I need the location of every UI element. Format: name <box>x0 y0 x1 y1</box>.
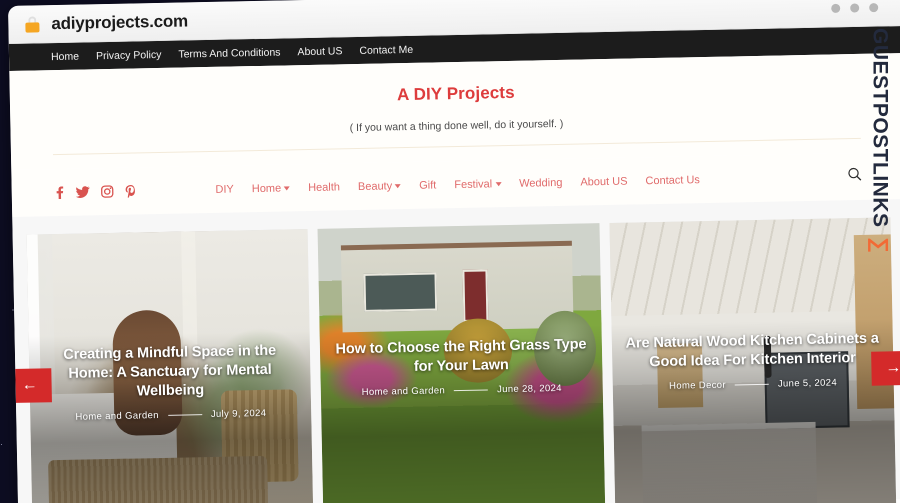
site-title[interactable]: A DIY Projects <box>10 75 900 113</box>
featured-post-slider: ← → Creating a Mindful Space in the Home… <box>8 199 900 503</box>
post-caption: Creating a Mindful Space in the Home: A … <box>39 341 302 424</box>
site-masthead: A DIY Projects ( If you want a thing don… <box>9 53 900 170</box>
window-controls[interactable] <box>831 2 879 13</box>
menu-item-label: Health <box>308 180 341 194</box>
menu-item-health[interactable]: Health <box>308 181 340 194</box>
menu-item-home[interactable]: Home <box>252 182 291 195</box>
site-tagline: ( If you want a thing done well, do it y… <box>349 117 564 135</box>
menu-item-label: Gift <box>419 178 437 192</box>
menu-item-label: DIY <box>215 183 234 196</box>
menu-item-contact-us[interactable]: Contact Us <box>645 174 700 187</box>
post-category[interactable]: Home and Garden <box>75 410 159 423</box>
post-title[interactable]: Creating a Mindful Space in the Home: A … <box>39 341 301 404</box>
menu-item-label: Beauty <box>357 179 393 193</box>
post-caption: How to Choose the Right Grass Type for Y… <box>330 335 592 398</box>
chevron-down-icon <box>495 182 502 187</box>
slider-card[interactable]: Creating a Mindful Space in the Home: A … <box>26 229 314 503</box>
topnav-item-privacy-policy[interactable]: Privacy Policy <box>96 48 162 61</box>
social-links <box>54 184 137 200</box>
post-date: July 9, 2024 <box>210 408 267 421</box>
menu-item-wedding[interactable]: Wedding <box>519 176 562 189</box>
post-date: June 5, 2024 <box>777 377 838 390</box>
menu-item-label: Contact Us <box>645 173 700 187</box>
star-dot <box>0 443 3 445</box>
screenshot-stage: +++++++++++++++++ adiyprojects.com Home … <box>0 0 900 503</box>
menu-item-beauty[interactable]: Beauty <box>357 179 402 193</box>
facebook-icon[interactable] <box>54 186 65 200</box>
browser-window: adiyprojects.com Home Privacy Policy Ter… <box>8 0 900 503</box>
menu-item-label: Wedding <box>519 176 563 190</box>
browser-window-wrapper: adiyprojects.com Home Privacy Policy Ter… <box>8 0 900 503</box>
post-caption: Are Natural Wood Kitchen Cabinets a Good… <box>621 330 883 393</box>
address-bar-url[interactable]: adiyprojects.com <box>51 11 188 34</box>
menu-item-label: About US <box>580 175 628 189</box>
meta-divider <box>454 389 489 392</box>
padlock-icon <box>24 15 40 33</box>
main-menu: DIY Home Health Beauty Gift Festival Wed… <box>12 170 900 200</box>
post-title[interactable]: How to Choose the Right Grass Type for Y… <box>330 335 592 378</box>
post-title[interactable]: Are Natural Wood Kitchen Cabinets a Good… <box>621 330 883 373</box>
topnav-item-home[interactable]: Home <box>51 50 79 63</box>
slider-card[interactable]: How to Choose the Right Grass Type for Y… <box>317 223 605 503</box>
minimize-button[interactable] <box>831 3 841 13</box>
topnav-item-contact-me[interactable]: Contact Me <box>359 43 413 56</box>
close-button[interactable] <box>869 2 879 12</box>
menu-item-about-us[interactable]: About US <box>580 175 627 188</box>
meta-divider <box>734 384 769 386</box>
masthead-divider <box>52 137 861 156</box>
post-date: June 28, 2024 <box>497 383 562 396</box>
twitter-icon[interactable] <box>75 185 90 198</box>
menu-item-label: Festival <box>454 177 493 191</box>
menu-item-label: Home <box>251 182 282 195</box>
slider-card[interactable]: Are Natural Wood Kitchen Cabinets a Good… <box>609 217 897 503</box>
menu-item-gift[interactable]: Gift <box>419 179 436 191</box>
meta-divider <box>167 414 202 417</box>
slider-card-list: Creating a Mindful Space in the Home: A … <box>26 217 897 503</box>
menu-item-festival[interactable]: Festival <box>454 177 502 191</box>
slider-next-button[interactable]: → <box>871 350 900 386</box>
maximize-button[interactable] <box>850 2 860 13</box>
chevron-down-icon <box>395 184 402 189</box>
post-category[interactable]: Home and Garden <box>362 386 446 399</box>
topnav-item-about-us[interactable]: About US <box>297 45 342 58</box>
topnav-item-terms-and-conditions[interactable]: Terms And Conditions <box>178 46 280 60</box>
chevron-down-icon <box>284 186 291 191</box>
instagram-icon[interactable] <box>101 185 114 198</box>
pinterest-icon[interactable] <box>125 184 137 198</box>
slider-prev-button[interactable]: ← <box>8 368 52 404</box>
search-icon[interactable] <box>847 167 862 186</box>
menu-item-diy[interactable]: DIY <box>215 183 234 195</box>
post-category[interactable]: Home Decor <box>669 380 726 392</box>
